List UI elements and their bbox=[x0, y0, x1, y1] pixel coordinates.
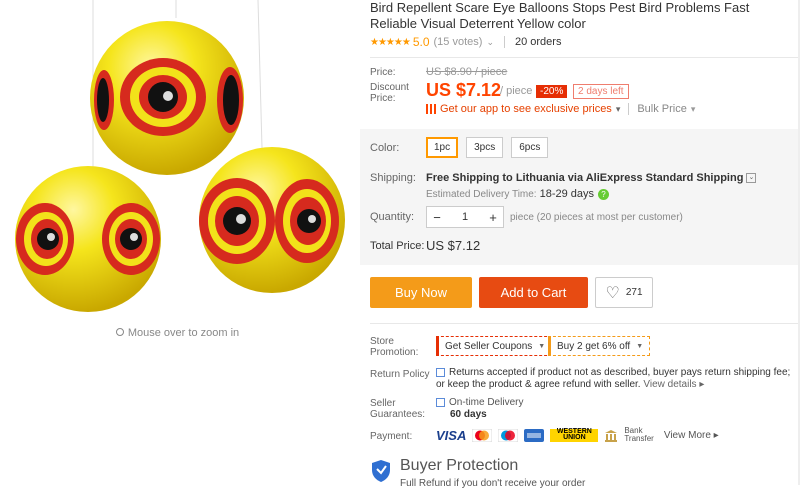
eta-label: Estimated Delivery Time: bbox=[426, 188, 537, 200]
price-label: Price: bbox=[370, 67, 396, 78]
original-price: US $8.90 / piece bbox=[426, 66, 508, 78]
votes-count[interactable]: (15 votes) bbox=[434, 36, 483, 48]
quantity-decrease-button[interactable]: − bbox=[427, 210, 447, 225]
view-more-payment-link[interactable]: View More ▸ bbox=[664, 430, 719, 441]
qr-code-icon bbox=[426, 104, 436, 114]
buyer-protection-sub: Full Refund if you don't receive your or… bbox=[400, 478, 586, 489]
quantity-label: Quantity: bbox=[370, 211, 415, 223]
add-to-cart-button[interactable]: Add to Cart bbox=[479, 277, 588, 308]
days-left-badge: 2 days left bbox=[573, 84, 629, 99]
color-label: Color: bbox=[370, 142, 400, 154]
total-price-value: US $7.12 bbox=[426, 238, 481, 253]
caret-down-icon[interactable]: ▾ bbox=[616, 104, 621, 115]
chevron-down-icon[interactable]: ⌄ bbox=[746, 173, 757, 183]
rating-value: 5.0 bbox=[412, 35, 430, 49]
quantity-stepper: − 1 + bbox=[426, 206, 504, 228]
zoom-hint: Mouse over to zoom in bbox=[0, 327, 355, 339]
option-1pc[interactable]: 1pc bbox=[426, 137, 459, 158]
shield-icon bbox=[372, 460, 390, 482]
caret-down-icon[interactable]: ▾ bbox=[691, 104, 696, 115]
divider bbox=[628, 103, 630, 115]
guarantee-days: 60 days bbox=[450, 409, 487, 420]
current-price: US $7.12 bbox=[426, 80, 502, 100]
quantity-input[interactable]: 1 bbox=[447, 211, 483, 223]
view-details-link[interactable]: View details ▸ bbox=[643, 379, 704, 390]
return-policy-text: Returns accepted if product not as descr… bbox=[436, 367, 791, 391]
chevron-down-icon[interactable]: ⌄ bbox=[486, 37, 494, 48]
western-union-icon: WESTERN UNION bbox=[550, 428, 599, 442]
zoom-hint-text: Mouse over to zoom in bbox=[127, 327, 240, 339]
rating-row[interactable]: ★★★★★ 5.0 (15 votes) ⌄ 20 orders bbox=[370, 35, 561, 49]
total-price-label: Total Price: bbox=[370, 240, 425, 252]
return-policy-label: Return Policy bbox=[370, 369, 430, 380]
product-image-panel[interactable]: Mouse over to zoom in bbox=[0, 0, 355, 485]
magnifier-icon bbox=[115, 328, 124, 336]
price-unit: / piece bbox=[500, 85, 533, 97]
option-3pcs[interactable]: 3pcs bbox=[466, 137, 504, 158]
caret-down-icon: ▼ bbox=[538, 342, 546, 350]
seller-coupons-label: Get Seller Coupons bbox=[445, 340, 533, 352]
bulk-price-link[interactable]: Bulk Price bbox=[637, 103, 687, 115]
heart-icon: ♡ bbox=[605, 284, 620, 302]
help-icon[interactable]: ? bbox=[598, 188, 610, 200]
divider bbox=[503, 36, 505, 48]
on-time-delivery: On-time Delivery bbox=[436, 397, 523, 408]
discount-price-label: Discount Price: bbox=[370, 82, 409, 104]
delivery-icon bbox=[436, 397, 445, 407]
seller-guarantees-label: Seller Guarantees: bbox=[370, 398, 426, 420]
visa-icon: VISA bbox=[436, 427, 467, 443]
shipping-label: Shipping: bbox=[370, 172, 416, 184]
wishlist-button[interactable]: ♡ 271 bbox=[595, 277, 653, 308]
product-info-panel: Bird Repellent Scare Eye Balloons Stops … bbox=[360, 0, 800, 489]
eta-value: 18-29 days bbox=[539, 188, 595, 200]
app-promo-row[interactable]: Get our app to see exclusive prices ▾ Bu… bbox=[426, 103, 695, 115]
on-time-delivery-text: On-time Delivery bbox=[449, 397, 524, 408]
discount-badge: -20% bbox=[536, 85, 568, 98]
shipping-method-text[interactable]: Free Shipping to Lithuania via AliExpres… bbox=[426, 172, 743, 184]
store-promotion-label: Store Promotion: bbox=[370, 336, 419, 358]
app-promo-link[interactable]: Get our app to see exclusive prices bbox=[440, 103, 612, 115]
seller-coupons-button[interactable]: Get Seller Coupons ▼ bbox=[436, 336, 553, 356]
bank-transfer-label: Bank Transfer bbox=[624, 427, 654, 443]
buyer-protection-title: Buyer Protection bbox=[400, 457, 519, 474]
return-policy-body: Returns accepted if product not as descr… bbox=[436, 367, 791, 390]
divider bbox=[370, 57, 800, 58]
product-title: Bird Repellent Scare Eye Balloons Stops … bbox=[370, 0, 750, 31]
maestro-icon bbox=[498, 428, 519, 442]
color-options: 1pc 3pcs 6pcs bbox=[426, 137, 549, 158]
amex-icon bbox=[524, 428, 545, 442]
bank-icon bbox=[605, 429, 618, 442]
wishlist-count: 271 bbox=[625, 287, 643, 298]
payment-methods: VISA WESTERN UNION Bank Transfer View More… bbox=[436, 427, 719, 443]
buy-now-button[interactable]: Buy Now bbox=[370, 277, 472, 308]
document-icon bbox=[436, 367, 445, 377]
payment-label: Payment: bbox=[370, 431, 413, 442]
bank-text-2: Transfer bbox=[624, 434, 654, 443]
divider bbox=[370, 323, 800, 324]
orders-count: 20 orders bbox=[514, 36, 562, 48]
buy2-promo-label: Buy 2 get 6% off bbox=[557, 340, 631, 352]
balloon-product-image[interactable] bbox=[0, 0, 355, 320]
star-rating-icon: ★★★★★ bbox=[370, 36, 411, 48]
quantity-increase-button[interactable]: + bbox=[483, 210, 503, 225]
mastercard-icon bbox=[472, 428, 493, 442]
buy2-promo-button[interactable]: Buy 2 get 6% off ▼ bbox=[548, 336, 651, 356]
option-6pcs[interactable]: 6pcs bbox=[511, 137, 549, 158]
quantity-note: piece (20 pieces at most per customer) bbox=[510, 212, 683, 223]
western-union-text-2: UNION bbox=[563, 433, 586, 441]
shipping-method[interactable]: Free Shipping to Lithuania via AliExpres… bbox=[426, 172, 757, 184]
caret-down-icon: ▼ bbox=[636, 342, 644, 350]
delivery-estimate: Estimated Delivery Time: 18-29 days ? bbox=[426, 188, 610, 200]
